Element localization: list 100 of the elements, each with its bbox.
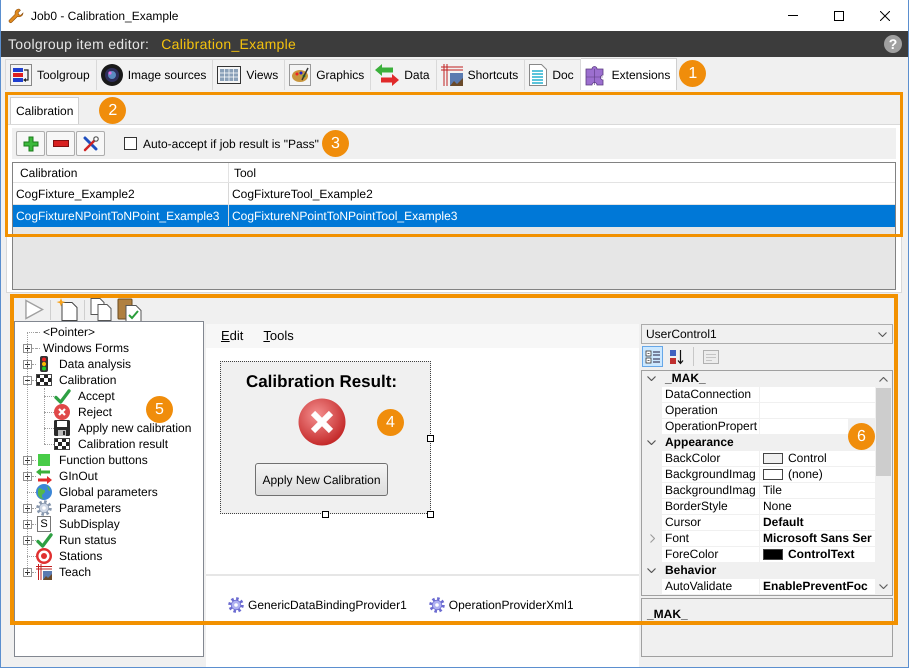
property-name[interactable]: BackColor: [662, 451, 759, 466]
tree-item[interactable]: Accept: [78, 388, 115, 404]
apply-calibration-button[interactable]: Apply New Calibration: [255, 463, 388, 496]
tab[interactable]: Graphics: [285, 59, 372, 90]
minus-box-icon[interactable]: [23, 376, 32, 384]
error-icon: [298, 398, 346, 446]
tree-item[interactable]: Apply new calibration: [78, 420, 192, 436]
plus-box-icon[interactable]: [23, 472, 32, 480]
grid-picture-icon: [36, 564, 52, 580]
tree-item[interactable]: Teach: [59, 564, 92, 580]
plus-box-icon[interactable]: [23, 456, 32, 464]
column-header[interactable]: Calibration: [13, 163, 229, 183]
tree-item[interactable]: Calibration: [59, 372, 116, 388]
tree-item[interactable]: Data analysis: [59, 356, 132, 372]
property-value-cell[interactable]: [760, 403, 875, 418]
resize-handle[interactable]: [322, 511, 329, 518]
property-name[interactable]: Operation: [662, 403, 759, 418]
scroll-down-icon[interactable]: [879, 584, 888, 589]
property-name[interactable]: AutoValidate: [662, 579, 759, 594]
object-selector[interactable]: UserControl1: [641, 324, 893, 344]
menu-item[interactable]: Edit: [221, 326, 244, 346]
tab[interactable]: Calibration: [10, 97, 80, 124]
property-name[interactable]: OperationPropert: [662, 419, 759, 434]
property-value-cell[interactable]: (none): [760, 467, 875, 482]
callout-number: 2: [99, 97, 126, 124]
tree-item[interactable]: Parameters: [59, 500, 122, 516]
component-name[interactable]: OperationProviderXml1: [448, 596, 574, 614]
scroll-up-icon[interactable]: [879, 377, 888, 382]
categorized-view-button[interactable]: [642, 346, 663, 367]
property-name[interactable]: BackgroundImag: [662, 483, 759, 498]
tree-item[interactable]: SubDisplay: [59, 516, 120, 532]
property-name[interactable]: ForeColor: [662, 547, 759, 562]
plus-box-icon[interactable]: [23, 344, 32, 352]
checkered-grid-icon: [54, 438, 70, 450]
tab[interactable]: Data: [371, 59, 437, 90]
tree-item[interactable]: Global parameters: [59, 484, 158, 500]
property-value: Default: [763, 515, 804, 530]
callout-number: 4: [377, 409, 404, 436]
menu-item[interactable]: Tools: [263, 326, 294, 346]
tab[interactable]: Toolgroup: [5, 59, 97, 90]
property-value-cell[interactable]: None: [760, 499, 875, 514]
plus-box-icon[interactable]: [23, 504, 32, 512]
tab[interactable]: Image sources: [96, 59, 214, 90]
tab[interactable]: Extensions: [580, 58, 678, 90]
tree-item[interactable]: Function buttons: [59, 452, 148, 468]
property-value-cell[interactable]: Tile: [760, 483, 875, 498]
property-value-cell[interactable]: [760, 387, 875, 402]
property-name[interactable]: Font: [662, 531, 759, 546]
copy-icon[interactable]: [90, 298, 112, 321]
property-value-cell[interactable]: ControlText: [760, 547, 875, 562]
property-pages-icon: [702, 350, 718, 364]
tree-item[interactable]: GInOut: [59, 468, 98, 484]
remove-button[interactable]: [46, 131, 75, 156]
add-button[interactable]: [16, 131, 45, 156]
tree-item[interactable]: Stations: [59, 548, 102, 564]
new-document-icon[interactable]: [56, 298, 78, 321]
table-row[interactable]: CogFixtureNPointToNPoint_Example3 CogFixtureNPointToNPointTool_Example3: [13, 205, 895, 227]
table-row[interactable]: CogFixture_Example2 CogFixtureTool_Example2: [13, 183, 895, 205]
paste-check-icon[interactable]: [117, 298, 142, 322]
tools-button[interactable]: [76, 131, 105, 156]
property-value-cell[interactable]: Control: [760, 451, 875, 466]
plus-box-icon[interactable]: [23, 520, 32, 528]
checkbox[interactable]: [124, 137, 137, 150]
property-name[interactable]: BackgroundImag: [662, 467, 759, 482]
globe-icon: [36, 484, 52, 500]
resize-handle[interactable]: [427, 435, 434, 442]
column-header[interactable]: Tool: [229, 163, 895, 183]
swap-arrows-icon: [375, 64, 400, 86]
play-icon[interactable]: [25, 299, 44, 320]
table-cell-text: CogFixtureTool_Example2: [231, 186, 374, 202]
plus-box-icon[interactable]: [23, 536, 32, 544]
minus-icon: [52, 140, 68, 147]
item-name: Calibration_Example: [161, 34, 296, 54]
chevron-down-icon[interactable]: [647, 568, 656, 573]
plus-box-icon[interactable]: [23, 568, 32, 576]
property-value-cell[interactable]: [760, 419, 848, 434]
category-name: Behavior: [665, 563, 716, 578]
tab[interactable]: Shortcuts: [436, 59, 526, 90]
chevron-down-icon[interactable]: [647, 376, 656, 381]
tab[interactable]: Doc: [525, 59, 581, 90]
tree-item[interactable]: Calibration result: [78, 436, 168, 452]
document-icon: [529, 64, 548, 86]
tree-item[interactable]: Windows Forms: [43, 340, 130, 356]
property-name[interactable]: BorderStyle: [662, 499, 759, 514]
scroll-thumb[interactable]: [876, 388, 891, 476]
property-value-cell[interactable]: Default: [760, 515, 875, 530]
plus-box-icon[interactable]: [23, 360, 32, 368]
checkbox-label[interactable]: Auto-accept if job result is "Pass": [143, 134, 319, 152]
resize-handle[interactable]: [427, 511, 434, 518]
tree-item[interactable]: Reject: [78, 404, 112, 420]
property-name[interactable]: DataConnection: [662, 387, 759, 402]
component-name[interactable]: GenericDataBindingProvider1: [248, 596, 407, 614]
tree-item[interactable]: Run status: [59, 532, 116, 548]
property-name[interactable]: Cursor: [662, 515, 759, 530]
chevron-down-icon[interactable]: [647, 440, 656, 445]
check-mark-icon: [54, 388, 70, 404]
gear-icon: [428, 597, 445, 613]
category-name: Appearance: [665, 435, 734, 450]
tree-item[interactable]: <Pointer>: [43, 324, 96, 340]
tab[interactable]: Views: [213, 59, 286, 90]
